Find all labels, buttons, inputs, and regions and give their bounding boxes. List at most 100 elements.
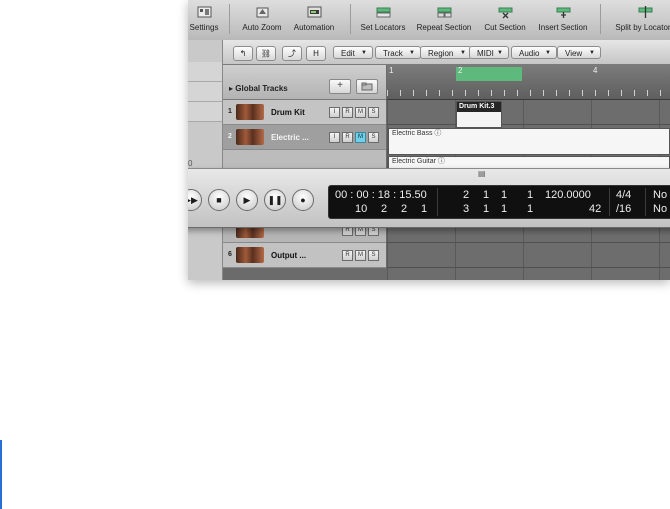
insert-icon [556, 7, 570, 18]
stop-button[interactable]: ■ [208, 189, 230, 211]
input-button[interactable]: I [329, 107, 340, 118]
bar-position-sub: 1 [501, 203, 508, 215]
menu-audio-label: Audio [519, 49, 540, 58]
chevron-down-icon: ▼ [497, 50, 503, 56]
lane-divider [387, 242, 670, 243]
mute-button-active[interactable]: M [355, 132, 366, 143]
chevron-down-icon: ▼ [545, 50, 551, 56]
input-button[interactable]: I [329, 132, 340, 143]
menu-track[interactable]: Track ▼ [375, 46, 421, 59]
toolbar: Settings Auto Zoom Automation Set Locato… [188, 0, 670, 41]
toolbar-separator [229, 4, 230, 34]
toolbar-settings-button[interactable]: Settings [188, 3, 222, 37]
display-extra: No [653, 203, 668, 215]
inspector-row [188, 82, 222, 102]
track-name: Drum Kit [271, 108, 305, 117]
bar-position: 1 [527, 189, 534, 201]
track-row[interactable]: 2 Electric ... I R M S [223, 125, 386, 150]
menu-edit[interactable]: Edit ▼ [333, 46, 373, 59]
display-divider [609, 188, 610, 216]
smpte-sub: 10 [355, 203, 368, 215]
hide-button[interactable]: H [306, 46, 326, 61]
flex-button[interactable]: ⤴ [282, 46, 302, 61]
region-drum-kit[interactable]: Drum Kit.3 [456, 101, 502, 128]
ruler-bar-number: 1 [389, 66, 394, 75]
solo-button[interactable]: S [368, 107, 379, 118]
add-track-button[interactable]: + [329, 79, 351, 94]
display-divider [437, 188, 438, 216]
track-row[interactable]: 6 Output ... R M S [223, 243, 386, 268]
bar-position-sub: 1 [483, 203, 490, 215]
display-divider [645, 188, 646, 216]
region-electric-bass[interactable]: Electric Bass ⓘ [388, 128, 670, 155]
toolbar-auto-zoom-button[interactable]: Auto Zoom [238, 3, 286, 37]
toolbar-cut-section-button[interactable]: Cut Section [480, 3, 530, 37]
menu-audio[interactable]: Audio ▼ [511, 46, 557, 59]
record-button[interactable]: ● [292, 189, 314, 211]
folder-icon [361, 82, 373, 91]
toolbar-split-by-locators-button[interactable]: Split by Locators [608, 3, 670, 37]
forward-button[interactable]: ▶▶ [188, 189, 202, 211]
ruler-ticks [387, 90, 670, 96]
transport-bar: ▤ ▶▶ ■ ▶ ❚❚ ● 00 : 00 : 18 : 15.50 10 2 … [188, 168, 670, 228]
ruler-bar-number: 4 [593, 66, 598, 75]
cycle-locators[interactable] [456, 67, 522, 81]
solo-button[interactable]: S [368, 132, 379, 143]
settings-icon [197, 6, 211, 18]
catch-button[interactable]: ↰ [233, 46, 253, 61]
toolbar-repeat-section-button[interactable]: Repeat Section [414, 3, 474, 37]
inspector-strip: 0 ◆ [188, 40, 223, 280]
menu-midi[interactable]: MIDI ▼ [469, 46, 509, 59]
logic-window: Settings Auto Zoom Automation Set Locato… [188, 0, 670, 280]
lane-divider [387, 267, 670, 268]
folder-button[interactable] [356, 79, 378, 94]
track-thumbnail [236, 104, 264, 120]
menu-view-label: View [565, 49, 583, 58]
inspector-value: 0 [188, 159, 193, 168]
chevron-down-icon: ▼ [589, 50, 595, 56]
record-enable-button[interactable]: R [342, 107, 353, 118]
toolbar-insert-section-button[interactable]: Insert Section [534, 3, 592, 37]
toolbar-automation-button[interactable]: Automation [290, 3, 338, 37]
time-signature: 4/4 [616, 189, 632, 201]
resize-grip-icon[interactable]: ▤ [478, 169, 486, 178]
menu-region[interactable]: Region ▼ [420, 46, 472, 59]
record-enable-button[interactable]: R [342, 250, 353, 261]
display-extra: No [653, 189, 668, 201]
menu-midi-label: MIDI [477, 49, 494, 58]
division: /16 [616, 203, 632, 215]
chevron-down-icon: ▼ [460, 50, 466, 56]
tempo-sub: 42 [589, 203, 602, 215]
global-tracks-header[interactable]: ▸ Global Tracks + [223, 65, 386, 100]
automation-icon [307, 6, 321, 18]
toolbar-separator [600, 4, 601, 34]
smpte-time: 00 : 00 : 18 : 15.50 [335, 189, 427, 201]
solo-button[interactable]: S [368, 250, 379, 261]
bar-ruler[interactable]: 1 2 4 [387, 65, 670, 100]
play-button[interactable]: ▶ [236, 189, 258, 211]
link-button[interactable]: ⛓ [256, 46, 276, 61]
region-name: Drum Kit.3 [457, 102, 501, 112]
tempo-value: 120.0000 [545, 189, 591, 201]
transport-display[interactable]: 00 : 00 : 18 : 15.50 10 2 2 1 2 1 1 1 3 … [328, 185, 670, 219]
mute-button[interactable]: M [355, 250, 366, 261]
mute-button[interactable]: M [355, 107, 366, 118]
scissors-icon [498, 7, 512, 19]
stop-icon: ■ [216, 195, 222, 205]
track-thumbnail [236, 247, 264, 263]
track-row[interactable]: 1 Drum Kit I R M S [223, 100, 386, 125]
repeat-icon [437, 7, 451, 18]
inspector-row [188, 62, 222, 82]
region-name: Electric Bass ⓘ [392, 130, 442, 137]
forward-icon: ▶▶ [188, 194, 198, 205]
record-enable-button[interactable]: R [342, 132, 353, 143]
pause-button[interactable]: ❚❚ [264, 189, 286, 211]
bar-position: 2 [463, 189, 470, 201]
toolbar-set-locators-button[interactable]: Set Locators [358, 3, 408, 37]
track-number: 1 [228, 108, 232, 115]
split-icon [638, 6, 652, 18]
menu-region-label: Region [428, 49, 454, 58]
arrange-menubar: ↰ ⛓ ⤴ H Edit ▼ Track ▼ Region ▼ MIDI ▼ Audio… [223, 40, 670, 65]
track-name: Electric ... [271, 133, 309, 142]
menu-view[interactable]: View ▼ [557, 46, 601, 59]
